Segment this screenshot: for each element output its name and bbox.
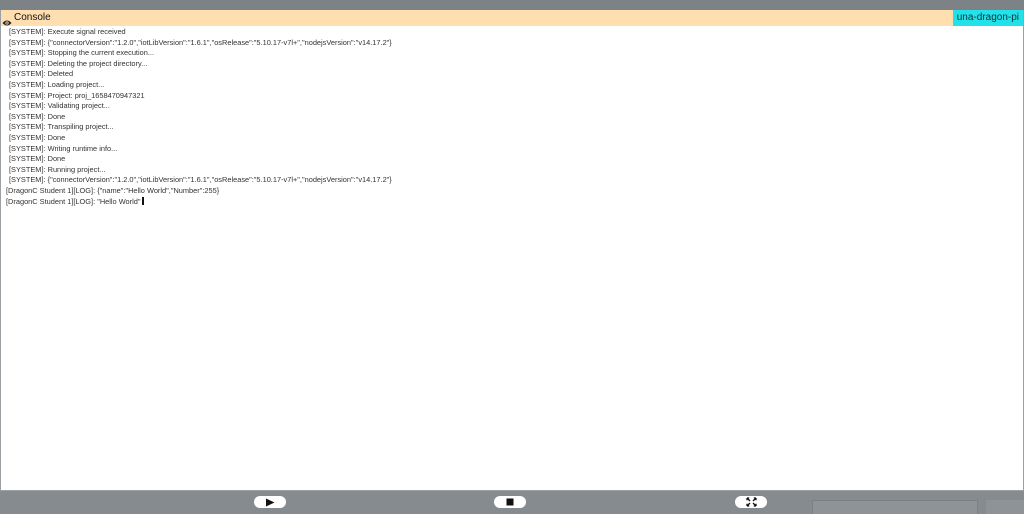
stop-icon bbox=[506, 498, 514, 506]
text-cursor bbox=[141, 196, 144, 205]
log-line-text: [SYSTEM]: Deleting the project directory… bbox=[9, 58, 148, 68]
log-line: [SYSTEM]: Validating project... bbox=[1, 101, 1023, 112]
log-line: [SYSTEM]: Done bbox=[1, 154, 1023, 165]
log-line-text: [SYSTEM]: Done bbox=[9, 154, 66, 164]
log-line: [SYSTEM]: Running project... bbox=[1, 165, 1023, 176]
log-line: [SYSTEM]: Project: proj_1658470947321 bbox=[1, 91, 1023, 102]
expand-icon bbox=[745, 497, 757, 507]
log-line: [SYSTEM]: {"connectorVersion":"1.2.0","i… bbox=[1, 175, 1023, 186]
log-line-text: [SYSTEM]: Stopping the current execution… bbox=[9, 48, 155, 58]
console-title-group[interactable]: Console bbox=[2, 10, 51, 26]
log-line-text: [SYSTEM]: {"connectorVersion":"1.2.0","i… bbox=[9, 175, 392, 185]
log-line-text: [DragonC Student 1][LOG]: "Hello World" bbox=[6, 196, 141, 206]
console-panel: Console una-dragon-pi [SYSTEM]: Execute … bbox=[0, 10, 1024, 491]
log-line-text: [SYSTEM]: Validating project... bbox=[9, 101, 110, 111]
console-log[interactable]: [SYSTEM]: Execute signal received [SYSTEM… bbox=[1, 26, 1023, 207]
stop-button[interactable] bbox=[494, 496, 526, 508]
console-header: Console una-dragon-pi bbox=[1, 10, 1023, 26]
background-bottom-right-button bbox=[986, 500, 1024, 514]
log-line-text: [DragonC Student 1][LOG]: {"name":"Hello… bbox=[6, 185, 220, 195]
log-line: [DragonC Student 1][LOG]: "Hello World" bbox=[1, 196, 1023, 208]
log-line: [SYSTEM]: Loading project... bbox=[1, 80, 1023, 91]
log-line: [SYSTEM]: Writing runtime info... bbox=[1, 144, 1023, 155]
log-line-text: [SYSTEM]: Deleted bbox=[9, 69, 74, 79]
log-line-text: [SYSTEM]: {"connectorVersion":"1.2.0","i… bbox=[9, 37, 392, 47]
log-line-text: [SYSTEM]: Running project... bbox=[9, 164, 106, 174]
log-line-text: [SYSTEM]: Project: proj_1658470947321 bbox=[9, 90, 145, 100]
background-bottom-right-field bbox=[812, 500, 978, 514]
log-line-text: [SYSTEM]: Transpiling project... bbox=[9, 122, 114, 132]
log-line: [DragonC Student 1][LOG]: {"name":"Hello… bbox=[1, 186, 1023, 197]
background-top-bar bbox=[0, 0, 1024, 10]
log-line-text: [SYSTEM]: Writing runtime info... bbox=[9, 143, 118, 153]
run-button[interactable] bbox=[254, 496, 286, 508]
log-line-text: [SYSTEM]: Done bbox=[9, 111, 66, 121]
expand-button[interactable] bbox=[735, 496, 767, 508]
log-line: [SYSTEM]: Stopping the current execution… bbox=[1, 48, 1023, 59]
log-line-text: [SYSTEM]: Execute signal received bbox=[9, 27, 126, 36]
log-line: [SYSTEM]: Transpiling project... bbox=[1, 122, 1023, 133]
log-line-text: [SYSTEM]: Done bbox=[9, 132, 66, 142]
log-line: [SYSTEM]: Deleted bbox=[1, 69, 1023, 80]
log-line: [SYSTEM]: {"connectorVersion":"1.2.0","i… bbox=[1, 38, 1023, 49]
log-line: [SYSTEM]: Done bbox=[1, 112, 1023, 123]
log-line: [SYSTEM]: Deleting the project directory… bbox=[1, 59, 1023, 70]
log-line: [SYSTEM]: Execute signal received bbox=[1, 27, 1023, 38]
device-badge[interactable]: una-dragon-pi bbox=[952, 10, 1023, 26]
log-line-text: [SYSTEM]: Loading project... bbox=[9, 79, 105, 89]
eye-icon[interactable] bbox=[2, 14, 12, 26]
console-title: Console bbox=[14, 12, 51, 23]
play-icon bbox=[266, 498, 275, 506]
log-line: [SYSTEM]: Done bbox=[1, 133, 1023, 144]
